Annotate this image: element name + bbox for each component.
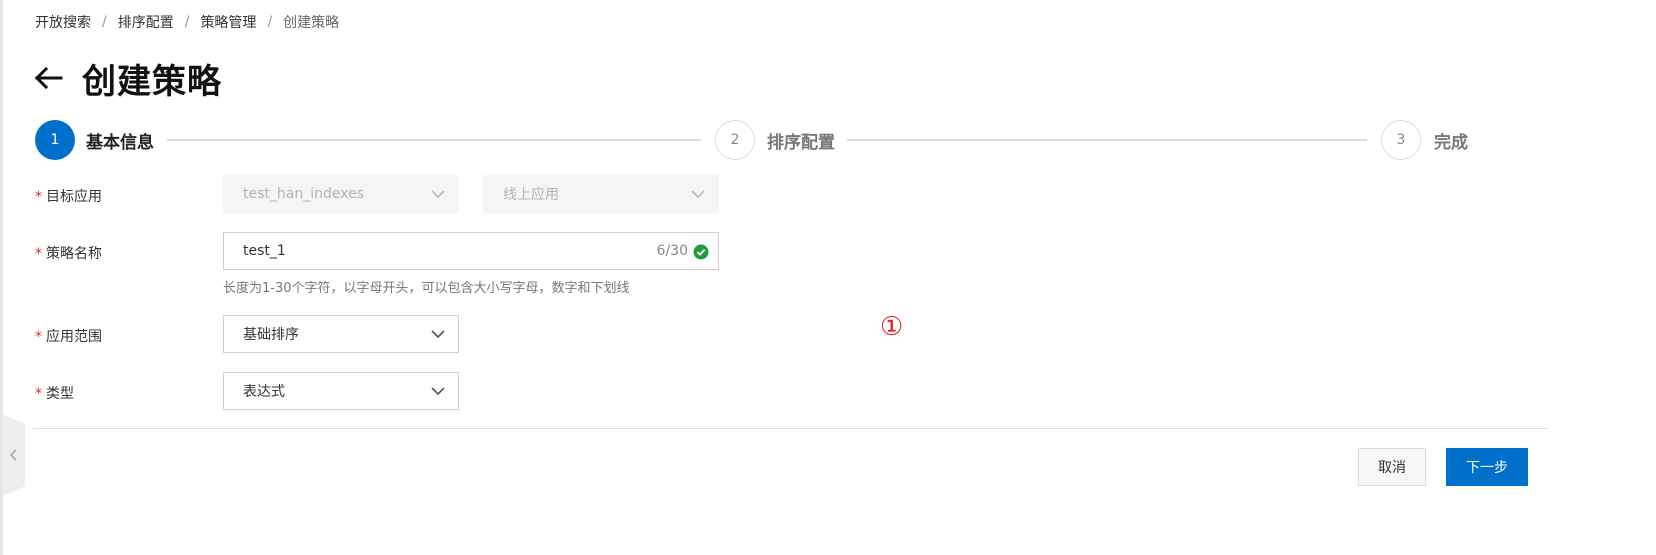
footer-divider [33, 428, 1548, 429]
sidebar-collapse-handle[interactable] [3, 414, 25, 496]
step-3-circle: 3 [1381, 120, 1421, 160]
scope-label-text: 应用范围 [46, 329, 102, 345]
left-edge-border [0, 0, 3, 555]
step-1-label: 基本信息 [86, 133, 154, 153]
step-3-label: 完成 [1434, 133, 1468, 153]
policy-name-input[interactable]: test_1 6/30 [223, 232, 719, 270]
policy-name-label: * 策略名称 [35, 243, 102, 263]
target-app-select[interactable]: test_han_indexes [223, 175, 459, 213]
step-connector [847, 139, 1367, 141]
scope-select[interactable]: 基础排序 [223, 315, 459, 353]
breadcrumb-separator: / [184, 14, 190, 30]
required-mark: * [35, 189, 42, 205]
chevron-down-icon [431, 387, 445, 396]
target-env-select[interactable]: 线上应用 [483, 175, 719, 213]
type-select[interactable]: 表达式 [223, 372, 459, 410]
step-connector [167, 139, 701, 141]
check-circle-icon [693, 244, 709, 260]
scope-label: * 应用范围 [35, 326, 102, 346]
chevron-down-icon [431, 190, 445, 199]
back-arrow-icon[interactable] [33, 64, 67, 92]
next-step-button[interactable]: 下一步 [1446, 448, 1528, 486]
target-app-label: * 目标应用 [35, 186, 102, 206]
breadcrumb: 开放搜索 / 排序配置 / 策略管理 / 创建策略 [35, 12, 339, 32]
page-title: 创建策略 [82, 61, 222, 102]
breadcrumb-current: 创建策略 [283, 15, 340, 31]
annotation-marker: ① [880, 312, 904, 342]
chevron-left-icon [9, 449, 17, 461]
breadcrumb-item-policy-management[interactable]: 策略管理 [200, 12, 256, 32]
step-2-circle: 2 [715, 120, 755, 160]
target-env-select-value: 线上应用 [503, 187, 559, 203]
char-counter: 6/30 [656, 243, 688, 259]
target-app-select-value: test_han_indexes [243, 186, 364, 202]
chevron-down-icon [691, 190, 705, 199]
step-1-circle: 1 [35, 120, 75, 160]
chevron-down-icon [431, 330, 445, 339]
scope-select-value: 基础排序 [243, 327, 299, 343]
policy-name-value: test_1 [243, 243, 286, 259]
required-mark: * [35, 386, 42, 402]
policy-name-hint: 长度为1-30个字符，以字母开头，可以包含大小写字母，数字和下划线 [223, 281, 630, 296]
required-mark: * [35, 329, 42, 345]
page-header: 创建策略 [33, 56, 222, 102]
type-label-text: 类型 [46, 386, 74, 402]
cancel-button[interactable]: 取消 [1358, 448, 1426, 486]
type-select-value: 表达式 [243, 384, 285, 400]
step-2-label: 排序配置 [767, 133, 835, 153]
breadcrumb-separator: / [102, 14, 107, 30]
required-mark: * [35, 246, 42, 262]
step-indicator: 1 基本信息 2 排序配置 3 完成 [35, 120, 1656, 162]
breadcrumb-separator: / [267, 14, 273, 30]
policy-name-label-text: 策略名称 [46, 246, 102, 262]
breadcrumb-item-open-search[interactable]: 开放搜索 [35, 12, 91, 32]
target-app-label-text: 目标应用 [46, 189, 102, 205]
breadcrumb-item-sort-config[interactable]: 排序配置 [118, 12, 174, 32]
type-label: * 类型 [35, 383, 74, 403]
